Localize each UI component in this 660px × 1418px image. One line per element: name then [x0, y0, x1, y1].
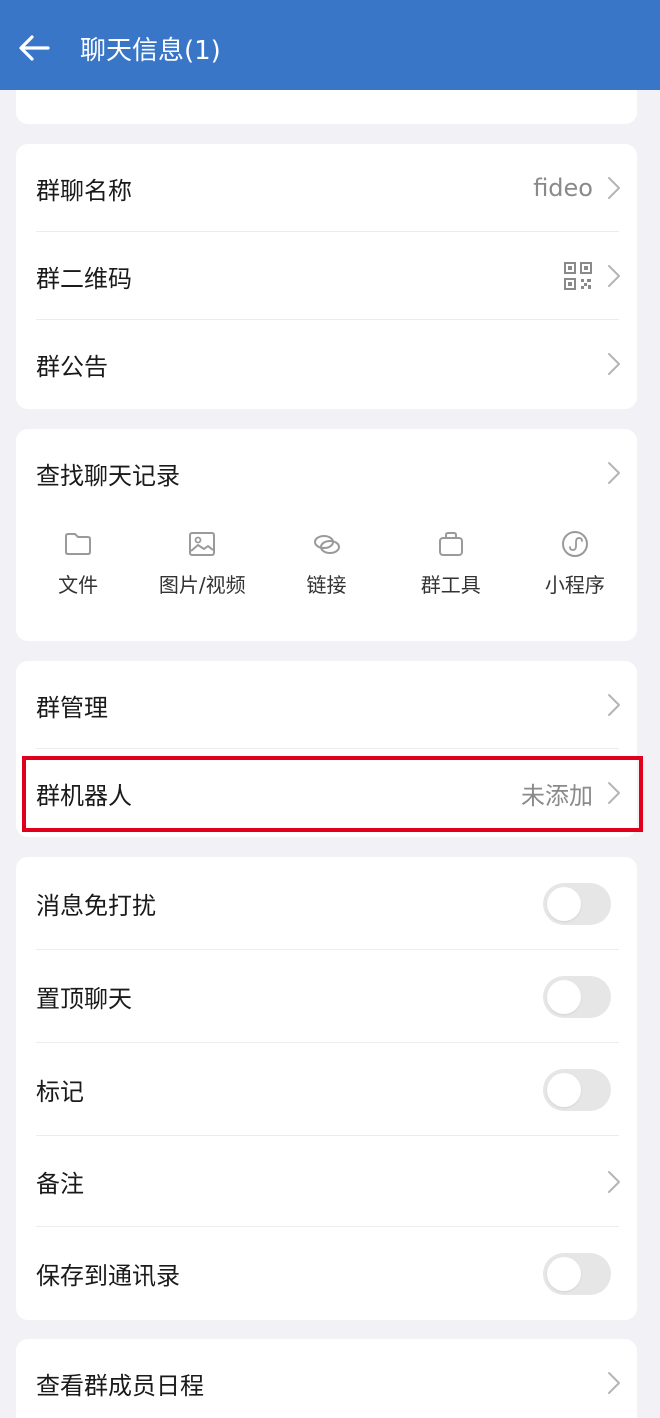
category-label: 文件	[58, 573, 99, 597]
group-name-value: fideo	[533, 174, 593, 202]
chat-settings-card: 消息免打扰 置顶聊天 标记 备注 保存到通讯录	[16, 857, 637, 1320]
highlight-box	[22, 756, 643, 832]
category-media[interactable]: 图片/视频	[140, 529, 264, 598]
member-schedule-row[interactable]: 查看群成员日程	[16, 1339, 637, 1418]
briefcase-icon	[438, 532, 463, 556]
chevron-right-icon	[608, 1170, 620, 1193]
mute-row: 消息免打扰	[16, 857, 637, 950]
category-label: 群工具	[420, 573, 481, 597]
pin-toggle[interactable]	[543, 975, 611, 1018]
chevron-right-icon	[608, 265, 620, 287]
group-manage-label: 群管理	[36, 693, 108, 722]
link-icon	[313, 535, 340, 554]
group-notice-label: 群公告	[36, 352, 108, 381]
history-categories: 文件 图片/视频 链接 群工具 小程序	[16, 529, 637, 598]
arrow-left-icon	[19, 35, 50, 61]
save-contacts-toggle[interactable]	[543, 1252, 611, 1295]
group-info-card: 群聊名称 fideo 群二维码 群公告	[16, 144, 637, 409]
mark-toggle[interactable]	[543, 1068, 611, 1111]
group-qr-row[interactable]: 群二维码	[16, 232, 637, 320]
group-manage-row[interactable]: 群管理	[16, 661, 637, 749]
category-label: 小程序	[544, 573, 605, 597]
mute-label: 消息免打扰	[36, 892, 156, 920]
save-contacts-row: 保存到通讯录	[16, 1227, 637, 1320]
category-label: 图片/视频	[158, 573, 246, 597]
category-links[interactable]: 链接	[264, 529, 388, 598]
pin-row: 置顶聊天	[16, 950, 637, 1043]
mute-toggle[interactable]	[543, 882, 611, 925]
mini-program-icon	[561, 531, 588, 557]
mark-row: 标记	[16, 1043, 637, 1136]
chevron-right-icon	[608, 177, 620, 199]
folder-icon	[65, 533, 92, 555]
page-title: 聊天信息(1)	[80, 36, 221, 66]
member-schedule-label: 查看群成员日程	[36, 1371, 204, 1400]
chevron-right-icon	[608, 1372, 620, 1394]
schedule-card: 查看群成员日程	[16, 1339, 637, 1418]
mark-label: 标记	[36, 1078, 84, 1106]
qr-code-icon	[564, 262, 592, 290]
search-history-label: 查找聊天记录	[36, 461, 180, 490]
chevron-right-icon	[608, 353, 620, 375]
chevron-right-icon	[608, 462, 620, 484]
category-label: 链接	[306, 573, 347, 597]
search-history-row[interactable]: 查找聊天记录	[16, 429, 637, 517]
category-tools[interactable]: 群工具	[389, 529, 513, 598]
save-contacts-label: 保存到通讯录	[36, 1262, 180, 1290]
group-name-row[interactable]: 群聊名称 fideo	[16, 144, 637, 232]
remark-label: 备注	[36, 1170, 84, 1198]
group-qr-label: 群二维码	[36, 264, 132, 293]
group-notice-row[interactable]: 群公告	[16, 320, 637, 408]
back-button[interactable]	[14, 28, 54, 68]
top-bar: 聊天信息(1)	[0, 0, 660, 90]
chevron-right-icon	[608, 694, 620, 716]
pin-label: 置顶聊天	[36, 985, 132, 1013]
category-files[interactable]: 文件	[16, 529, 140, 598]
chat-history-card: 查找聊天记录 文件 图片/视频 链接 群工具 小程序	[16, 429, 637, 641]
remark-row[interactable]: 备注	[16, 1136, 637, 1227]
image-icon	[189, 532, 216, 556]
category-mini-programs[interactable]: 小程序	[513, 529, 637, 598]
group-name-label: 群聊名称	[36, 176, 132, 205]
